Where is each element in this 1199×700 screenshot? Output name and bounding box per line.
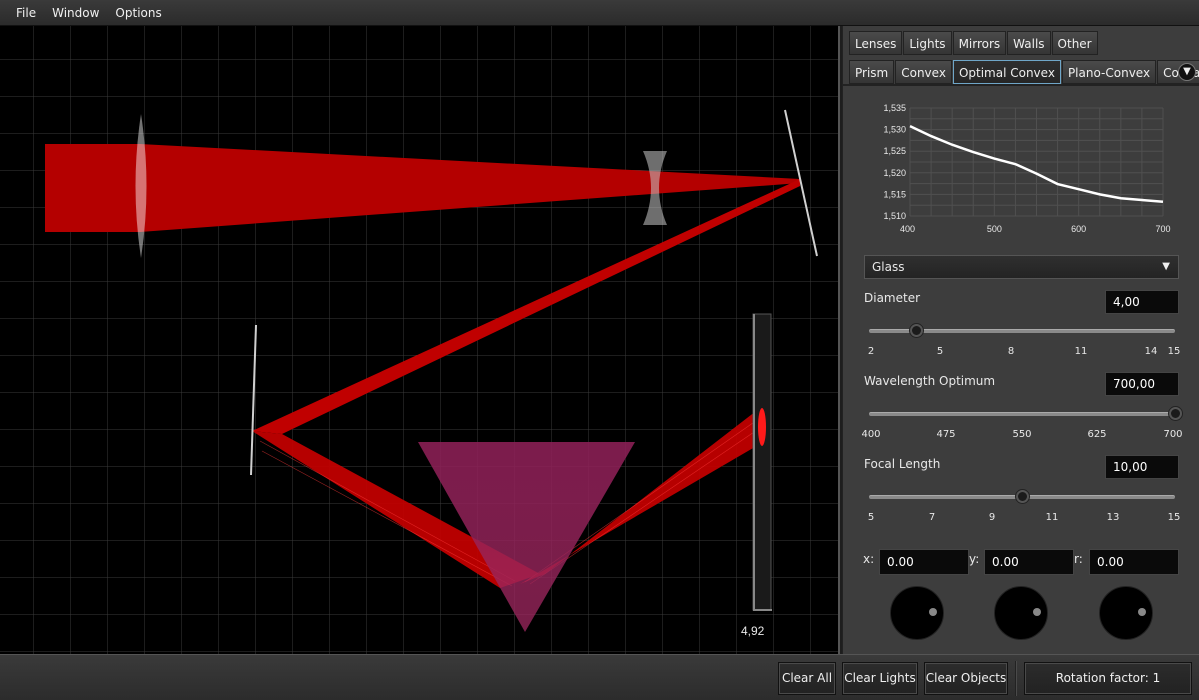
detector-readout: 4,92: [741, 624, 765, 638]
wavelength-tick: 400: [861, 429, 881, 440]
chart-y-tick-label: 1,535: [883, 103, 906, 113]
optics-app: File Window Options 4,92 Lenses Lights M…: [0, 0, 1199, 700]
y-coord-label: y:: [969, 552, 980, 566]
chart-y-tick-label: 1,530: [883, 125, 906, 135]
diameter-tick: 15: [1167, 346, 1181, 357]
chart-y-tick-label: 1,515: [883, 189, 906, 199]
focal-length-ticks: 5 7 9 11 13 15: [863, 512, 1183, 524]
focal-length-slider-thumb[interactable]: [1015, 490, 1029, 503]
tab-other[interactable]: Other: [1051, 31, 1098, 55]
menu-options[interactable]: Options: [107, 0, 169, 26]
clear-lights-button[interactable]: Clear Lights: [842, 662, 918, 695]
rotation-field[interactable]: 0.00: [1089, 549, 1179, 575]
wavelength-slider-thumb[interactable]: [1168, 407, 1182, 420]
simulation-canvas[interactable]: 4,92: [0, 26, 840, 654]
clear-objects-button[interactable]: Clear Objects: [924, 662, 1008, 695]
dropdown-arrow-icon: ▼: [1162, 261, 1170, 272]
tab-convex[interactable]: Convex: [895, 60, 952, 84]
focal-length-label: Focal Length: [864, 457, 941, 471]
chart-y-tick-label: 1,525: [883, 146, 906, 156]
wavelength-tick: 700: [1163, 429, 1183, 440]
diameter-slider[interactable]: [869, 324, 1175, 337]
focal-length-slider[interactable]: [869, 490, 1175, 503]
wavelength-tick: 625: [1087, 429, 1107, 440]
diameter-slider-thumb[interactable]: [909, 324, 923, 337]
diameter-ticks: 2 5 8 11 14 15: [863, 346, 1183, 358]
tab-optimal-convex[interactable]: Optimal Convex: [952, 60, 1061, 84]
rotation-knob[interactable]: [1099, 586, 1153, 640]
diameter-tick: 11: [1074, 346, 1088, 357]
chart-y-tick-label: 1,520: [883, 168, 906, 178]
wavelength-slider[interactable]: [869, 407, 1182, 420]
material-select-value: Glass: [872, 260, 905, 274]
optics-scene[interactable]: 4,92: [0, 26, 840, 654]
rotation-factor[interactable]: Rotation factor: 1: [1024, 662, 1192, 695]
focal-tick: 15: [1167, 512, 1181, 523]
focal-tick: 9: [988, 512, 996, 523]
focal-tick: 11: [1045, 512, 1059, 523]
detector[interactable]: [752, 313, 772, 611]
x-coord-label: x:: [863, 552, 875, 566]
tab-prism[interactable]: Prism: [849, 60, 895, 84]
rotation-label: r:: [1074, 552, 1083, 566]
lens-type-tabs: Prism Convex Optimal Convex Plano-Convex…: [849, 60, 1199, 86]
x-knob[interactable]: [890, 586, 944, 640]
diameter-field[interactable]: 4,00: [1105, 290, 1179, 314]
focal-length-field[interactable]: 10,00: [1105, 455, 1179, 479]
menu-file[interactable]: File: [0, 0, 44, 26]
wavelength-tick: 475: [936, 429, 956, 440]
diameter-tick: 2: [867, 346, 875, 357]
chart-x-tick-label: 500: [987, 224, 1002, 234]
chart-y-tick-label: 1,510: [883, 211, 906, 221]
tab-divider: [843, 84, 1199, 86]
diameter-tick: 5: [936, 346, 944, 357]
category-tabs: Lenses Lights Mirrors Walls Other: [849, 31, 1099, 57]
wavelength-field[interactable]: 700,00: [1105, 372, 1179, 396]
focal-tick: 13: [1106, 512, 1120, 523]
tab-walls[interactable]: Walls: [1007, 31, 1051, 55]
menubar: File Window Options: [0, 0, 1199, 26]
chart-x-tick-label: 700: [1155, 224, 1170, 234]
tab-lenses[interactable]: Lenses: [849, 31, 903, 55]
focal-tick: 7: [928, 512, 936, 523]
y-coord-field[interactable]: 0.00: [984, 549, 1074, 575]
menu-window[interactable]: Window: [44, 0, 107, 26]
toolbar-divider: [1015, 661, 1017, 696]
tab-mirrors[interactable]: Mirrors: [952, 31, 1007, 55]
wavelength-label: Wavelength Optimum: [864, 374, 996, 388]
diameter-tick: 8: [1007, 346, 1015, 357]
chart-x-tick-label: 600: [1071, 224, 1086, 234]
clear-all-button[interactable]: Clear All: [778, 662, 836, 695]
diameter-label: Diameter: [864, 291, 921, 305]
wavelength-ticks: 400 475 550 625 700: [861, 429, 1183, 441]
focal-tick: 5: [867, 512, 875, 523]
tab-plano-convex[interactable]: Plano-Convex: [1061, 60, 1157, 84]
dispersion-chart: 1,535 1,530 1,525 1,520 1,515 1,510 400 500 600 7…: [883, 103, 1170, 234]
detector-hit: [758, 408, 766, 446]
material-select[interactable]: Glass ▼: [864, 255, 1179, 279]
diameter-tick: 14: [1144, 346, 1158, 357]
grid: [0, 26, 838, 654]
chart-x-tick-label: 400: [900, 224, 915, 234]
bottom-toolbar: Clear All Clear Lights Clear Objects Rot…: [0, 654, 1199, 700]
tab-lights[interactable]: Lights: [903, 31, 952, 55]
wavelength-tick: 550: [1012, 429, 1032, 440]
x-coord-field[interactable]: 0.00: [879, 549, 969, 575]
chevron-down-icon[interactable]: ▼: [1178, 63, 1196, 81]
y-knob[interactable]: [994, 586, 1048, 640]
properties-panel: Lenses Lights Mirrors Walls Other Prism …: [842, 26, 1199, 654]
